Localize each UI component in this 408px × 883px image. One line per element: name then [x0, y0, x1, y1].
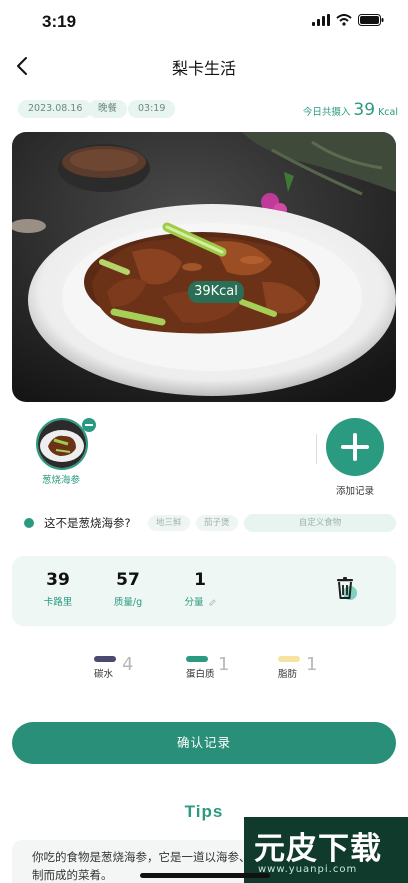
macro-value: 1: [306, 654, 318, 675]
status-icons: [312, 14, 384, 26]
date-chip[interactable]: 2023.08.16: [18, 100, 93, 118]
alternative-food-chip[interactable]: 茄子煲: [196, 515, 238, 531]
portion-label: 分量: [184, 597, 204, 608]
kcal-tag[interactable]: 39Kcal: [188, 281, 244, 303]
wifi-icon: [336, 14, 352, 26]
signal-icon: [312, 14, 330, 26]
macro-value: 4: [122, 654, 134, 675]
today-intake-unit: Kcal: [378, 107, 398, 118]
page-title: 梨卡生活: [171, 59, 236, 78]
portion-label-row: 分量: [170, 594, 230, 608]
wrong-food-row: 这不是葱烧海参? 地三鲜 茄子煲 自定义食物: [24, 513, 398, 533]
macro-color-bar: [278, 656, 300, 662]
food-thumbnail-image: [38, 420, 86, 468]
add-record-label: 添加记录: [336, 486, 375, 497]
divider: [316, 434, 317, 464]
mass-label: 质量/g: [113, 597, 143, 608]
food-photo: 39Kcal: [12, 132, 396, 402]
nav-bar: 梨卡生活: [0, 48, 408, 88]
calories-label: 卡路里: [43, 597, 73, 608]
plus-icon-vertical: [353, 433, 357, 461]
meal-chip[interactable]: 晚餐: [88, 100, 128, 118]
macro-color-bar: [94, 656, 116, 662]
status-bar: 3:19: [0, 0, 408, 44]
macro-label: 脂肪: [278, 669, 298, 680]
status-time: 3:19: [42, 12, 77, 31]
macro-label: 蛋白质: [186, 669, 215, 680]
battery-icon: [358, 14, 384, 26]
trash-icon[interactable]: [334, 576, 358, 602]
custom-food-button[interactable]: 自定义食物: [244, 514, 396, 532]
meal-meta-row: 2023.08.16 晚餐 03:19 今日共摄入 39 Kcal: [18, 100, 398, 120]
food-thumbnail[interactable]: [36, 418, 88, 470]
food-name: 葱烧海参: [42, 475, 81, 486]
calories-stat: 39 卡路里: [28, 570, 88, 608]
watermark-logo: 元皮下载: [254, 831, 382, 867]
today-intake-value: 39: [353, 100, 376, 120]
mass-value: 57: [116, 570, 140, 590]
mass-stat: 57 质量/g: [98, 570, 158, 608]
alternative-food-chip[interactable]: 地三鲜: [148, 515, 190, 531]
watermark-url: www.yuanpi.com: [258, 864, 358, 875]
macros-row: 碳水 4 蛋白质 1 脂肪 1: [0, 654, 408, 680]
add-record-button[interactable]: [326, 418, 384, 476]
portion-stat[interactable]: 1 分量: [170, 570, 230, 608]
portion-value[interactable]: 1: [170, 570, 230, 590]
time-chip[interactable]: 03:19: [128, 100, 176, 118]
today-intake: 今日共摄入 39 Kcal: [303, 100, 398, 120]
confirm-record-button[interactable]: 确认记录: [12, 722, 396, 764]
today-intake-label: 今日共摄入: [302, 107, 351, 118]
food-photo-image: [12, 132, 396, 402]
calories-value: 39: [46, 570, 70, 590]
macro-value: 1: [218, 654, 230, 675]
edit-pencil-icon[interactable]: [209, 599, 216, 606]
nutrition-card: 39 卡路里 57 质量/g 1 分量: [12, 556, 396, 626]
macro-label: 碳水: [94, 669, 114, 680]
macro-color-bar: [186, 656, 208, 662]
wrong-food-question: 这不是葱烧海参?: [44, 516, 131, 530]
home-indicator[interactable]: [140, 873, 270, 878]
question-dot-icon: [24, 518, 34, 528]
remove-food-icon[interactable]: [82, 418, 96, 432]
recognized-food[interactable]: 葱烧海参: [36, 418, 96, 488]
